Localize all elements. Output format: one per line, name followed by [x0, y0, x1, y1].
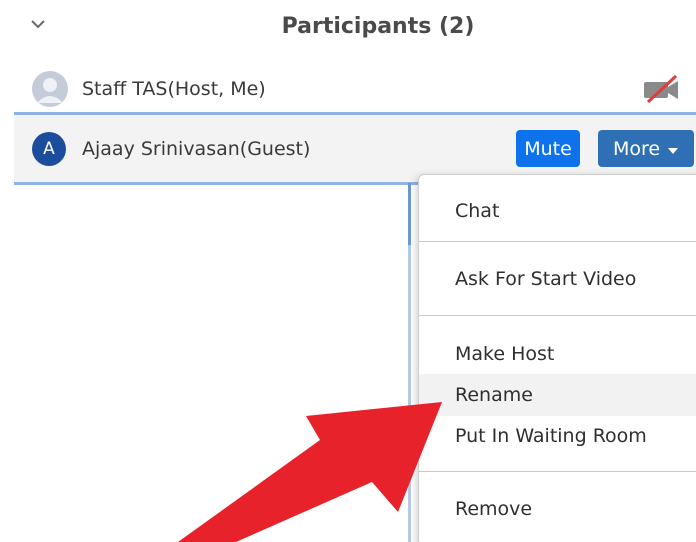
generic-user-icon: [32, 71, 68, 107]
participant-name: Staff TAS(Host, Me): [82, 78, 266, 100]
panel-divider-accent: [408, 183, 411, 245]
participants-panel: Participants (2) Staff TAS(Host, Me) A A…: [0, 0, 696, 542]
menu-item-rename[interactable]: Rename: [419, 374, 696, 416]
more-dropdown-menu: Chat Ask For Start Video Make Host Renam…: [418, 174, 696, 542]
menu-divider: [419, 315, 696, 316]
panel-title: Participants (2): [281, 14, 475, 39]
video-off-icon: [642, 74, 682, 104]
avatar: A: [32, 131, 66, 166]
menu-item-chat[interactable]: Chat: [419, 183, 696, 239]
more-button[interactable]: More: [598, 130, 694, 167]
panel-header: Participants (2): [0, 0, 696, 62]
more-button-label: More: [612, 137, 661, 160]
menu-item-waiting-room[interactable]: Put In Waiting Room: [419, 415, 696, 457]
participant-row-host[interactable]: Staff TAS(Host, Me): [14, 66, 696, 115]
participant-name: Ajaay Srinivasan(Guest): [82, 137, 311, 160]
menu-item-ask-start-video[interactable]: Ask For Start Video: [419, 251, 696, 307]
mute-button[interactable]: Mute: [516, 130, 580, 167]
menu-divider: [419, 241, 696, 242]
menu-item-make-host[interactable]: Make Host: [419, 333, 696, 375]
menu-divider: [419, 471, 696, 472]
caret-down-icon: [667, 138, 679, 160]
menu-item-remove[interactable]: Remove: [419, 481, 696, 537]
